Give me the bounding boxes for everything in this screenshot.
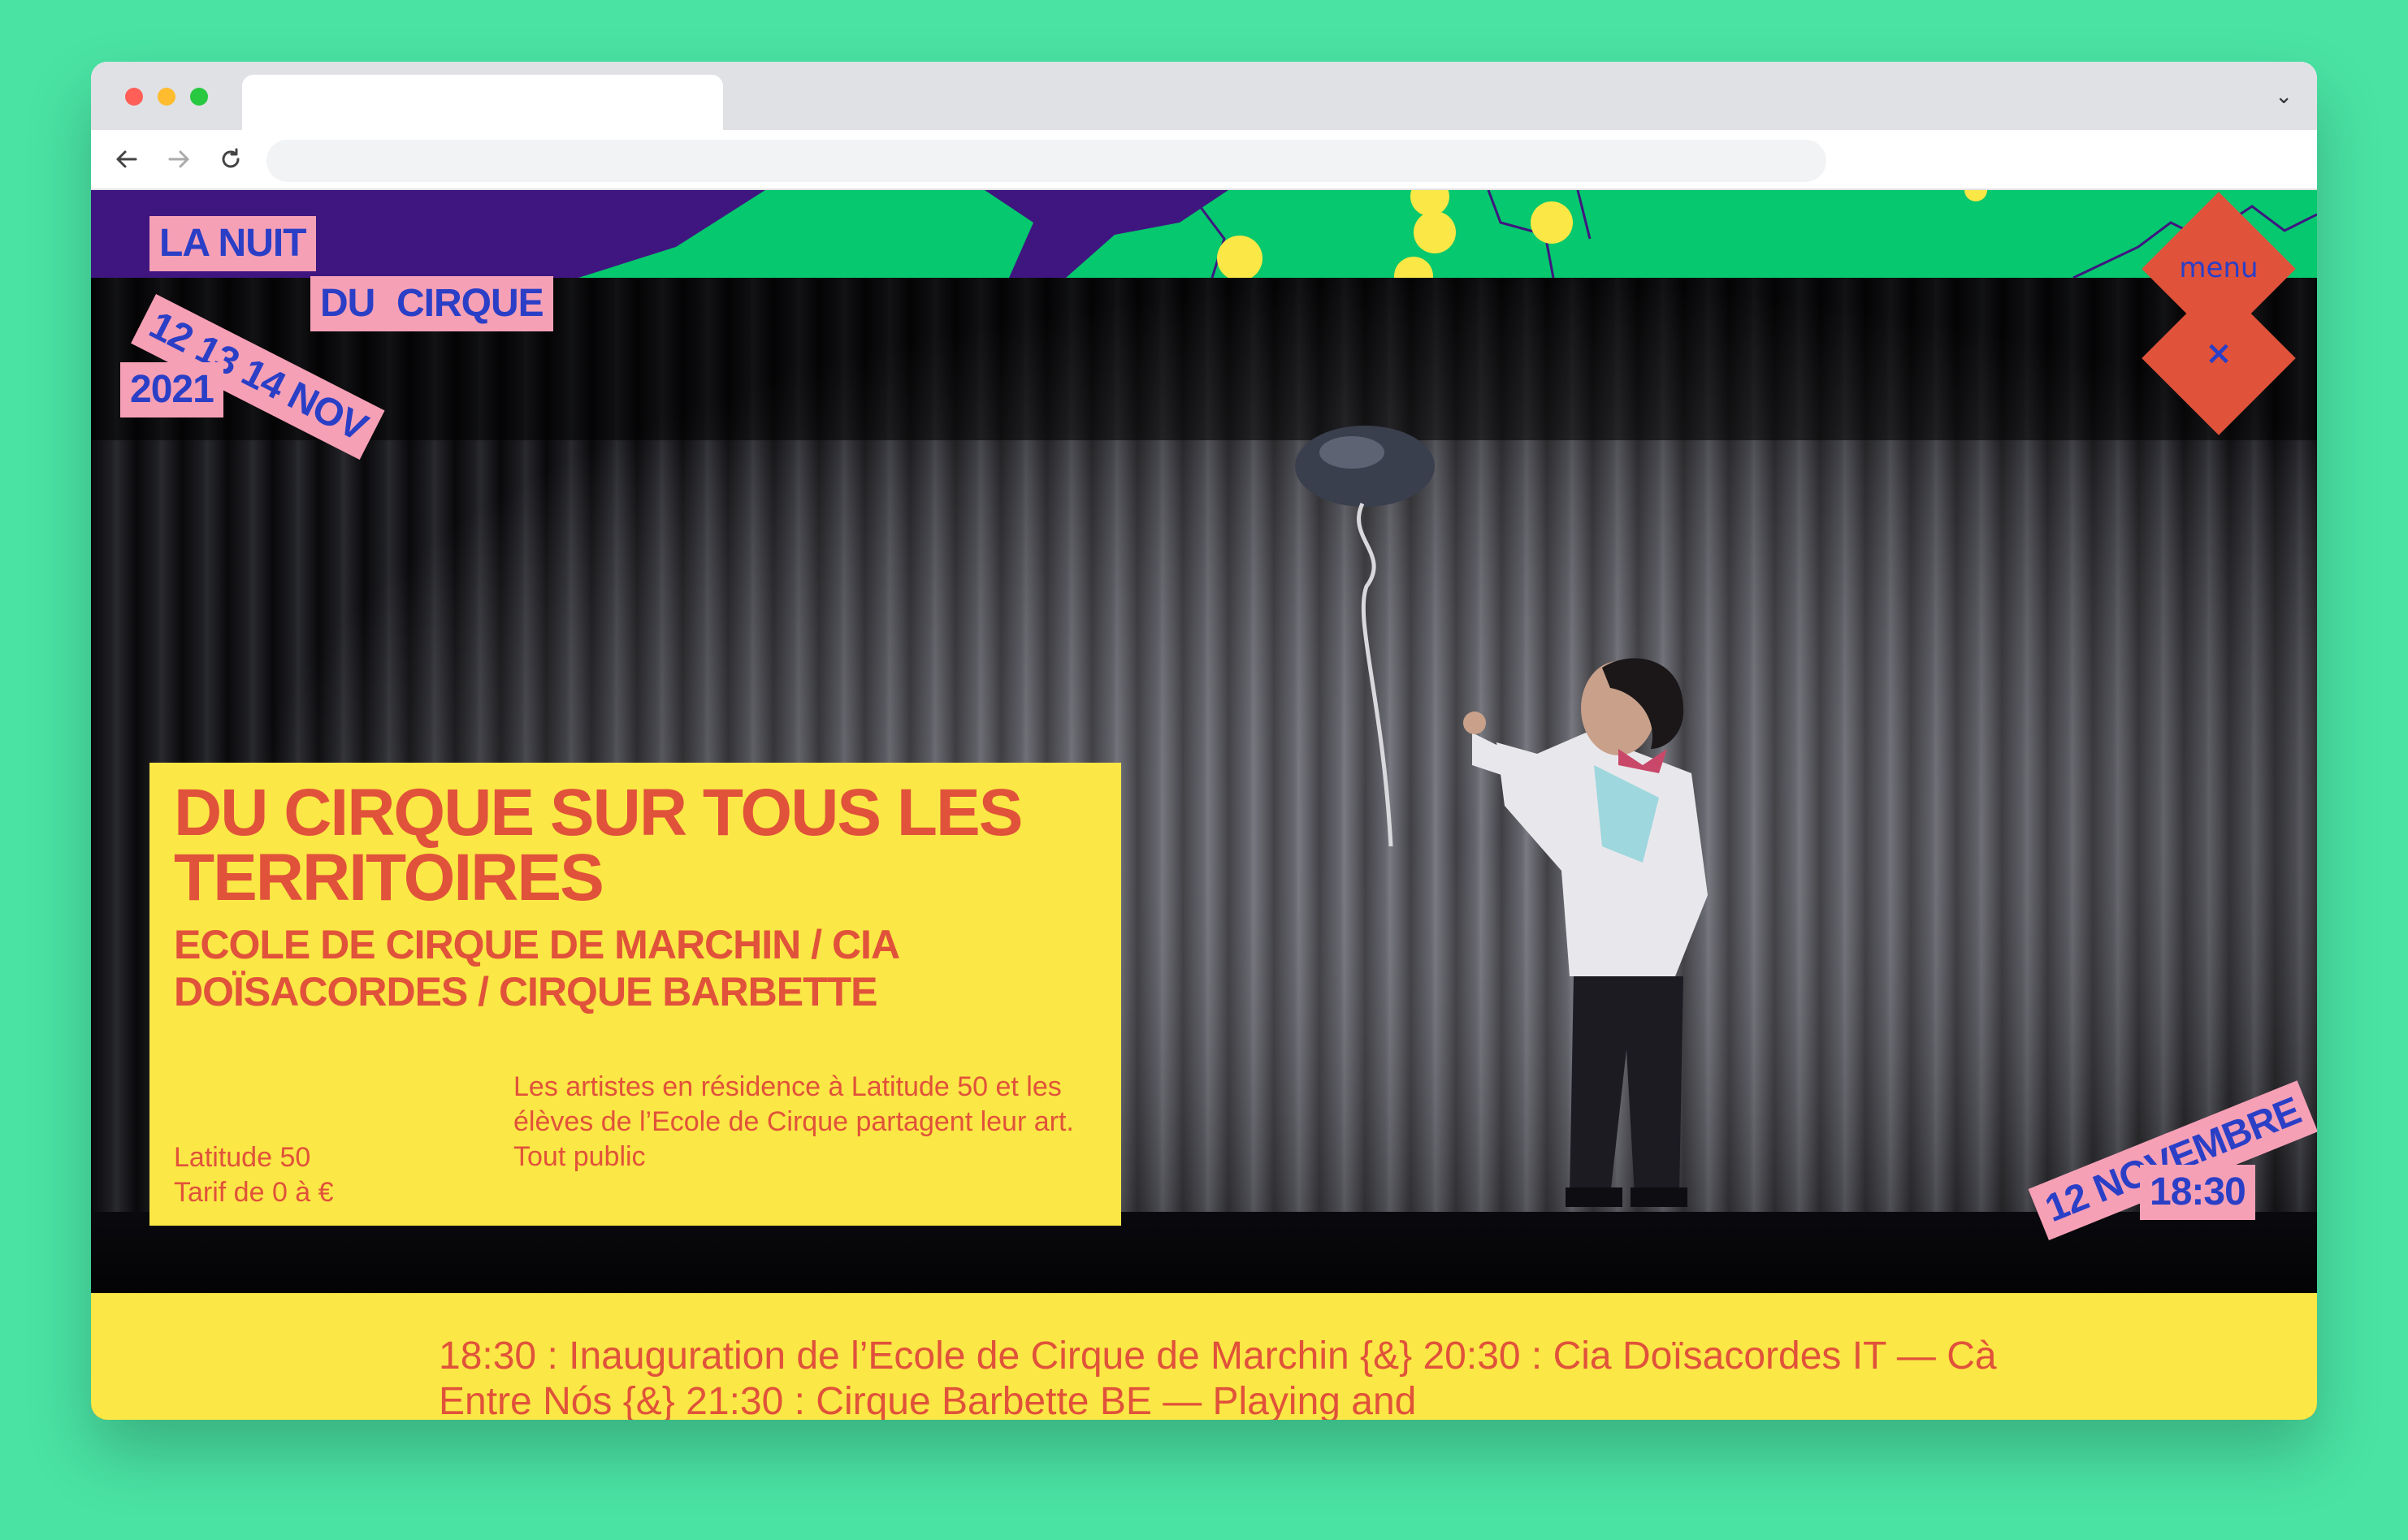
event-price: Tarif de 0 à € [174,1176,334,1208]
tab-bar: ⌄ [91,62,2317,130]
event-title: DU CIRQUE SUR TOUS LES TERRITOIRES [174,776,1023,915]
menu-button[interactable]: menu [2142,252,2296,284]
event-audience: Tout public [513,1140,646,1172]
close-window-button[interactable] [125,88,143,106]
arrow-left-icon [116,150,137,168]
back-button[interactable] [110,143,143,175]
event-subtitle: ECOLE DE CIRQUE DE MARCHIN / CIA DOÏSACO… [174,921,899,1014]
event-venue: Latitude 50 [174,1142,311,1173]
program-text: 18:30 : Inauguration de l’Ecole de Cirqu… [439,1335,1997,1420]
chevron-down-icon[interactable]: ⌄ [2275,84,2293,109]
browser-window: ⌄ LA NUIT 12 13 14 NOV DU CIRQUE 2021 me… [91,62,2317,1420]
decorative-header-band [91,190,2317,278]
logo-year: 2021 [120,362,223,417]
forward-button[interactable] [162,143,195,175]
reload-icon [222,148,240,168]
page-viewport: LA NUIT 12 13 14 NOV DU CIRQUE 2021 menu… [91,190,2317,1420]
program-section: 18:30 : Inauguration de l’Ecole de Cirqu… [91,1293,2317,1420]
event-card: DU CIRQUE SUR TOUS LES TERRITOIRES ECOLE… [149,763,1121,1226]
event-time-tag: 18:30 [2140,1165,2255,1220]
logo-line-la-nuit[interactable]: LA NUIT [149,216,316,271]
maximize-window-button[interactable] [190,88,208,106]
browser-toolbar [91,130,2317,190]
browser-tab[interactable] [242,75,723,130]
address-bar[interactable] [266,140,1826,182]
reload-button[interactable] [214,143,247,175]
logo-line-cirque[interactable]: CIRQUE [387,276,553,331]
close-icon[interactable]: × [2142,335,2296,372]
event-venue-block: Latitude 50 Tarif de 0 à € [174,1140,334,1210]
arrow-right-icon [168,150,189,168]
event-description-block: Les artistes en résidence à Latitude 50 … [513,1070,1098,1174]
event-description: Les artistes en résidence à Latitude 50 … [513,1071,1074,1137]
minimize-window-button[interactable] [158,88,175,106]
